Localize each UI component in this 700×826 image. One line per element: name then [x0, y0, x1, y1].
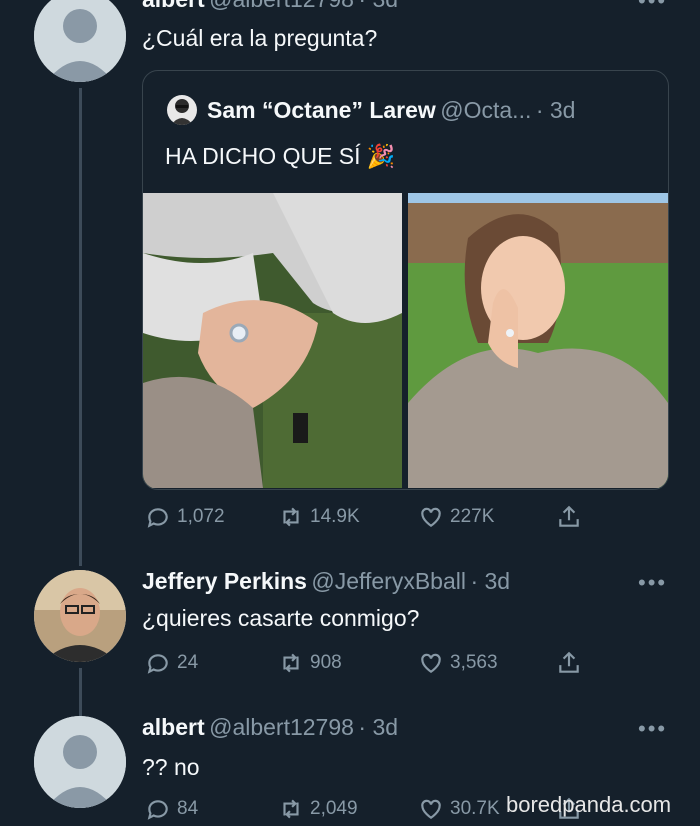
quote-author-handle[interactable]: @Octa... [440, 97, 531, 123]
retweet-icon [283, 507, 299, 527]
author-handle[interactable]: @JefferyxBball [311, 568, 466, 594]
share-button[interactable] [556, 504, 582, 530]
like-button[interactable]: 30.7K [418, 796, 500, 822]
retweet-count: 2,049 [310, 798, 358, 819]
retweet-icon [283, 799, 299, 819]
share-icon [559, 651, 579, 673]
like-icon [421, 653, 441, 673]
more-options-icon[interactable]: ••• [638, 570, 667, 596]
tweet-header: albert @albert12798 · 3d [142, 714, 398, 741]
reply-button[interactable]: 1,072 [145, 504, 225, 530]
quote-time[interactable]: · 3d [536, 97, 576, 123]
quote-avatar[interactable] [167, 95, 197, 125]
quote-text: HA DICHO QUE SÍ 🎉 [165, 143, 396, 169]
tweet-actions: 24 908 3,563 [0, 650, 700, 680]
more-options-icon[interactable]: ••• [638, 716, 667, 742]
author-name[interactable]: Jeffery Perkins [142, 568, 307, 594]
like-count: 30.7K [450, 798, 500, 819]
photo-smiling-woman[interactable] [408, 193, 668, 488]
reply-icon [147, 800, 168, 820]
like-count: 3,563 [450, 652, 498, 673]
author-handle[interactable]: @albert12798 [209, 0, 354, 12]
tweet-time[interactable]: · 3d [470, 568, 510, 594]
author-name[interactable]: albert [142, 714, 205, 740]
tweet-time[interactable]: · 3d [358, 0, 398, 12]
reply-button[interactable]: 84 [145, 796, 198, 822]
reply-button[interactable]: 24 [145, 650, 198, 676]
like-icon [421, 507, 441, 527]
retweet-count: 14.9K [310, 506, 360, 527]
reply-icon [147, 654, 168, 674]
quote-author-name[interactable]: Sam “Octane” Larew [207, 97, 436, 123]
reply-count: 24 [177, 652, 199, 673]
thread-line [79, 88, 82, 566]
tweet-text: ?? no [142, 754, 200, 780]
tweet-time[interactable]: · 3d [358, 714, 398, 740]
like-button[interactable]: 3,563 [418, 650, 498, 676]
retweet-icon [283, 653, 299, 673]
author-handle[interactable]: @albert12798 [209, 714, 354, 740]
quoted-tweet[interactable]: Sam “Octane” Larew @Octa... · 3d HA DICH… [142, 70, 669, 490]
like-count: 227K [450, 506, 495, 527]
share-icon [559, 505, 579, 527]
tweet-header: Jeffery Perkins @JefferyxBball · 3d [142, 568, 510, 595]
retweet-button[interactable]: 14.9K [278, 504, 360, 530]
retweet-button[interactable]: 2,049 [278, 796, 358, 822]
like-icon [421, 799, 441, 819]
photo-ring-hands[interactable] [143, 193, 402, 488]
avatar[interactable] [34, 0, 126, 82]
author-name[interactable]: albert [142, 0, 205, 12]
avatar[interactable] [34, 570, 126, 662]
more-options-icon[interactable]: ••• [638, 0, 667, 14]
reply-count: 1,072 [177, 506, 225, 527]
retweet-button[interactable]: 908 [278, 650, 342, 676]
share-button[interactable] [556, 650, 582, 676]
quote-header: Sam “Octane” Larew @Octa... · 3d [207, 97, 575, 124]
like-button[interactable]: 227K [418, 504, 494, 530]
tweet-text: ¿Cuál era la pregunta? [142, 25, 378, 51]
avatar[interactable] [34, 716, 126, 808]
tweet-header: albert @albert12798 · 3d [142, 0, 398, 13]
tweet-actions: 1,072 14.9K 227K [0, 504, 700, 534]
retweet-count: 908 [310, 652, 342, 673]
reply-icon [147, 508, 168, 528]
watermark-text: boredpanda.com [506, 792, 672, 817]
tweet-text: ¿quieres casarte conmigo? [142, 605, 420, 631]
reply-count: 84 [177, 798, 199, 819]
